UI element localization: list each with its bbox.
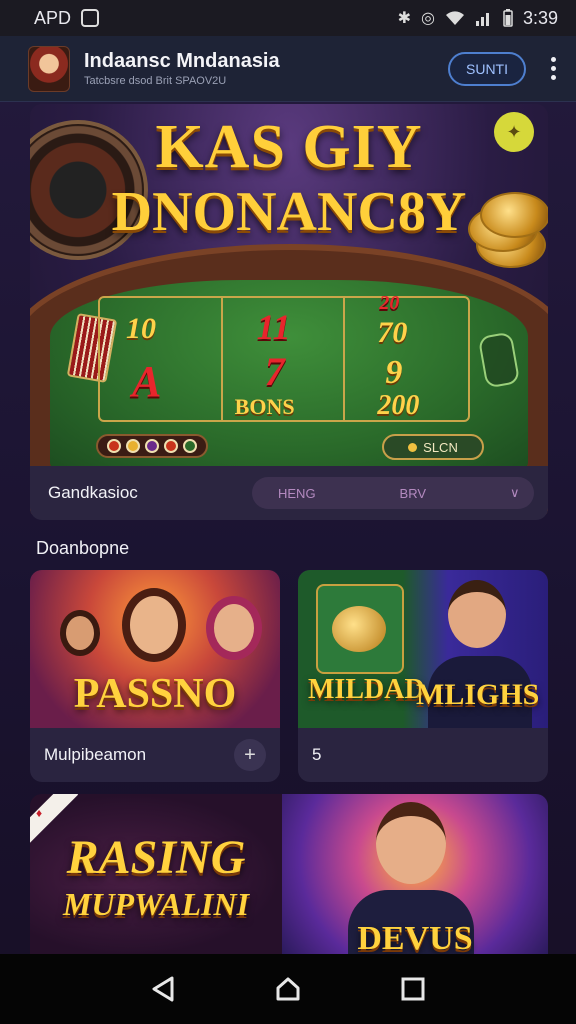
- game-card-1[interactable]: PASSNO Mulpibeamon +: [30, 570, 280, 782]
- bet-column-right: 20 70 9 200: [345, 292, 468, 421]
- game-card-1-footer: Mulpibeamon +: [30, 728, 280, 782]
- bet-column-middle: 11 7 BONS: [223, 298, 346, 420]
- signal-icon: [475, 13, 489, 26]
- bet-value-bons: BONS: [234, 394, 295, 419]
- app-screen: APD ✱ ◎ 3:39 Indaansc Mndanasia Tatcbsre…: [0, 0, 576, 1024]
- chips-row-image: [96, 434, 208, 458]
- character-face-4: [448, 580, 506, 648]
- character-face-2: [206, 596, 262, 660]
- bet-value-20: 20: [379, 292, 400, 314]
- bet-grid: 10 A 11 7 BONS 20 70 9 200: [98, 292, 470, 422]
- ribbon-mark-icon: ♦: [36, 806, 43, 820]
- hero-title: KAS GIY DNONANC8Y: [30, 116, 548, 240]
- character-face-5: [376, 802, 446, 884]
- battery-icon: [503, 9, 513, 27]
- game-2-art-title-left: MILDAD: [308, 674, 425, 705]
- home-icon[interactable]: [268, 969, 308, 1009]
- hero-footer-label: Gandkasioc: [48, 483, 138, 502]
- system-nav-bar: [0, 954, 576, 1024]
- more-vertical-icon[interactable]: [546, 57, 560, 80]
- screenshot-icon: [81, 9, 100, 27]
- game-2-name: 5: [312, 745, 322, 764]
- section-title: Doanbopne: [36, 538, 130, 558]
- promo-card[interactable]: ♦ RASING MUPWALINI DEVUS: [30, 794, 548, 956]
- dropdown-option-1: HENG: [278, 485, 316, 501]
- app-subtitle: Tatcbsre dsod Brit SPAOV2U: [84, 75, 227, 87]
- bet-value-7: 7: [264, 349, 285, 394]
- status-bar: APD ✱ ◎ 3:39: [0, 0, 576, 36]
- back-triangle-icon[interactable]: [143, 969, 183, 1009]
- slot-button-label: SLCN: [423, 439, 458, 455]
- hero-banner[interactable]: ✦ KAS GIY DNONANC8Y 10 A 11 7 BONS 20 70…: [30, 104, 548, 520]
- promo-title-right: DEVUS: [357, 920, 473, 956]
- game-2-art-title-right: MLIGHS: [416, 678, 540, 711]
- game-card-2-footer: 5: [298, 728, 548, 782]
- promo-title-line2: MUPWALINI: [62, 886, 250, 922]
- sign-in-button[interactable]: SUNTI: [448, 51, 526, 86]
- promo-left-art: ♦ RASING MUPWALINI: [30, 794, 282, 956]
- app-title-group: Indaansc Mndanasia Tatcbsre dsod Brit SP…: [84, 50, 448, 87]
- alarm-icon: ◎: [420, 10, 435, 27]
- game-card-2[interactable]: MILDAD MLIGHS 5: [298, 570, 548, 782]
- hero-title-line1: KAS GIY: [155, 113, 423, 181]
- game-1-name: Mulpibeamon: [44, 745, 147, 764]
- hero-footer: Gandkasioc HENG BRV ∨: [30, 466, 548, 520]
- recents-square-icon[interactable]: [393, 969, 433, 1009]
- app-header: Indaansc Mndanasia Tatcbsre dsod Brit SP…: [0, 36, 576, 102]
- promo-title-line1: RASING: [66, 831, 246, 884]
- bet-column-left: 10 A: [100, 298, 223, 420]
- bluetooth-icon: ✱: [397, 10, 411, 27]
- wifi-icon: [445, 11, 464, 25]
- game-card-1-art: PASSNO: [30, 570, 280, 728]
- bet-value-11: 11: [256, 307, 291, 347]
- clock-time: 3:39: [522, 7, 558, 28]
- hero-title-line2: DNONANC8Y: [111, 181, 467, 243]
- dropdown-option-2: BRV: [399, 485, 427, 501]
- plus-icon[interactable]: +: [234, 739, 266, 771]
- bet-value-a: A: [132, 357, 162, 406]
- bet-value-10: 10: [126, 312, 156, 345]
- app-logo-avatar: [28, 45, 70, 92]
- carrier-label: APD: [34, 7, 72, 28]
- bet-value-70: 70: [377, 316, 408, 349]
- hero-dropdown[interactable]: HENG BRV ∨: [252, 477, 534, 509]
- chevron-down-icon: ∨: [510, 485, 520, 500]
- coin-dot-icon: [408, 442, 418, 452]
- slot-machine-image: [316, 584, 404, 674]
- character-face-1: [122, 588, 186, 662]
- app-title: Indaansc Mndanasia: [84, 50, 280, 72]
- game-1-art-title: PASSNO: [73, 671, 237, 717]
- promo-right-art: DEVUS: [282, 794, 548, 956]
- game-card-2-art: MILDAD MLIGHS: [298, 570, 548, 728]
- bet-value-9: 9: [385, 354, 403, 391]
- slot-button[interactable]: SLCN: [382, 434, 484, 460]
- bet-value-200: 200: [377, 390, 420, 421]
- character-face-3: [60, 610, 100, 656]
